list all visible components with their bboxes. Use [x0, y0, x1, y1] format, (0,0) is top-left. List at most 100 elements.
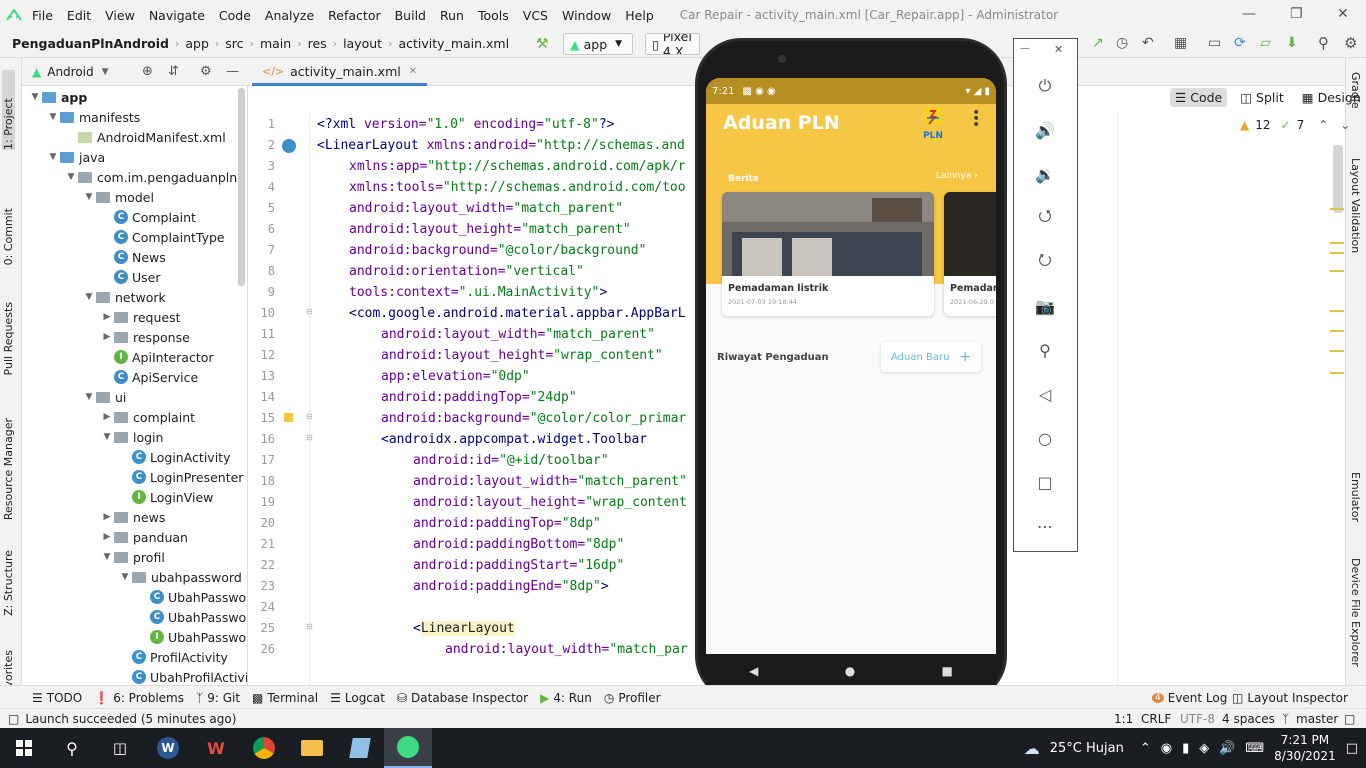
tree-item[interactable]: ▼ ubahpassword	[118, 567, 242, 587]
tree-item[interactable]: ▶ request	[100, 307, 181, 327]
layout-validation-tool-tab[interactable]: Layout Validation	[1349, 158, 1362, 253]
code-line[interactable]: xmlns:tools="http://schemas.android.com/…	[349, 177, 686, 198]
tree-item[interactable]: C UbahProfilActivity	[118, 667, 247, 685]
git-branch[interactable]: master	[1296, 712, 1338, 726]
menu-code[interactable]: Code	[219, 8, 251, 23]
breadcrumb-src[interactable]: src	[225, 36, 243, 51]
code-line[interactable]: <androidx.appcompat.widget.Toolbar	[381, 429, 647, 450]
hide-panel-icon[interactable]: —	[226, 64, 239, 79]
warning-marker[interactable]	[1330, 252, 1344, 254]
menu-tools[interactable]: Tools	[478, 8, 509, 23]
chevron-down-icon[interactable]: ⌄	[1340, 118, 1350, 132]
caret-position[interactable]: 1:1	[1114, 712, 1133, 726]
tree-item[interactable]: C ApiService	[100, 367, 198, 387]
tree-item[interactable]: ▶ complaint	[100, 407, 196, 427]
code-line[interactable]: android:paddingBottom="8dp"	[413, 534, 624, 555]
volume-down-icon[interactable]: 🔉	[1034, 163, 1056, 185]
code-line[interactable]: android:layout_width="match_parent"	[381, 324, 655, 345]
collapse-all-icon[interactable]: ⇵	[168, 64, 179, 79]
undo-icon[interactable]: ↶	[1142, 35, 1154, 51]
fold-icon[interactable]: ⊟	[306, 622, 313, 631]
menu-edit[interactable]: Edit	[67, 8, 91, 23]
color-swatch-icon[interactable]	[284, 413, 293, 422]
code-line[interactable]: <com.google.android.material.appbar.AppB…	[349, 303, 686, 324]
volume-icon[interactable]: 🔊	[1219, 741, 1235, 756]
editor-scrollbar[interactable]	[1333, 145, 1343, 213]
expanded-arrow-icon[interactable]: ▼	[46, 152, 60, 162]
tree-item[interactable]: ▼ model	[82, 187, 154, 207]
collapsed-arrow-icon[interactable]: ▶	[100, 312, 114, 322]
code-line[interactable]: android:orientation="vertical"	[349, 261, 584, 282]
menu-window[interactable]: Window	[562, 8, 611, 23]
tree-scrollbar[interactable]	[238, 88, 245, 286]
expanded-arrow-icon[interactable]: ▼	[64, 172, 78, 182]
battery-icon[interactable]: ▮	[1182, 741, 1189, 756]
collapsed-arrow-icon[interactable]: ▶	[100, 332, 114, 342]
emulator-tool-tab[interactable]: Emulator	[1349, 472, 1362, 522]
code-line[interactable]: android:layout_width="match_parent"	[349, 198, 623, 219]
code-line[interactable]: android:layout_height="wrap_content	[413, 492, 687, 513]
tab-activity-main[interactable]: </> activity_main.xml ✕	[252, 60, 428, 86]
project-view-select[interactable]: Android	[47, 65, 93, 79]
tree-item[interactable]: ▼ manifests	[46, 107, 141, 127]
breadcrumb-app[interactable]: app	[185, 36, 209, 51]
collapse-icon[interactable]: —	[1020, 43, 1030, 54]
android-studio-icon[interactable]	[384, 728, 432, 768]
clock-icon[interactable]: ◷	[1116, 35, 1128, 51]
home-icon[interactable]: ○	[1034, 427, 1056, 449]
task-view-icon[interactable]: ◫	[96, 728, 144, 768]
overflow-menu-icon[interactable]: • • •	[972, 106, 980, 132]
tree-item[interactable]: ▶ news	[100, 507, 166, 527]
tree-item[interactable]: ▼ ui	[82, 387, 127, 407]
code-line[interactable]: android:layout_height="wrap_content"	[381, 345, 663, 366]
close-icon[interactable]: ✕	[1337, 6, 1349, 22]
expanded-arrow-icon[interactable]: ▼	[82, 192, 96, 202]
tree-item[interactable]: C Complaint	[100, 207, 196, 227]
todo-tool-tab[interactable]: ☰ TODO	[32, 691, 82, 705]
tree-item[interactable]: ▼ profil	[100, 547, 165, 567]
volume-up-icon[interactable]: 🔊	[1034, 119, 1056, 141]
tree-item[interactable]: I LoginView	[118, 487, 213, 507]
inspection-widget[interactable]: ▲ 12 ✓ 7 ⌃ ⌄	[1240, 118, 1350, 132]
file-encoding[interactable]: UTF-8	[1180, 712, 1215, 726]
design-view-button[interactable]: ▦ Design	[1297, 88, 1366, 107]
recents-icon[interactable]: ■	[942, 664, 953, 678]
warning-marker[interactable]	[1330, 372, 1344, 374]
menu-view[interactable]: View	[105, 8, 135, 23]
code-line[interactable]: android:background="@color/color_primar	[381, 408, 686, 429]
expanded-arrow-icon[interactable]: ▼	[100, 432, 114, 442]
menu-run[interactable]: Run	[440, 8, 464, 23]
code-view-button[interactable]: ☰ Code	[1170, 88, 1228, 107]
code-line[interactable]: android:id="@+id/toolbar"	[413, 450, 609, 471]
tree-item[interactable]: ▶ response	[100, 327, 190, 347]
close-icon[interactable]: ✕	[1054, 43, 1063, 56]
phone-screen[interactable]: 7:21 ▩ ◉ ◉ ▾ ◢ ▮ Aduan PLN PLN • • • Berit…	[706, 78, 996, 654]
warning-marker[interactable]	[1330, 330, 1344, 332]
profiler-tool-tab[interactable]: ◷ Profiler	[604, 691, 661, 705]
structure-tool-tab[interactable]: Z: Structure	[2, 550, 15, 616]
project-tool-tab[interactable]: 1: Project	[2, 70, 15, 150]
tree-item[interactable]: ▼ app	[28, 87, 88, 107]
code-line[interactable]: android:paddingTop="24dp"	[381, 387, 577, 408]
tree-item[interactable]: I UbahPassword	[136, 627, 247, 647]
avd-manager-icon[interactable]: ▭	[1208, 35, 1221, 51]
menu-vcs[interactable]: VCS	[523, 8, 548, 23]
fold-icon[interactable]: ⊟	[306, 433, 313, 442]
run-tool-tab[interactable]: ▶ 4: Run	[540, 691, 592, 705]
more-options-icon[interactable]: ⋯	[1034, 515, 1056, 537]
warning-marker[interactable]	[1330, 242, 1344, 244]
tree-item[interactable]: C User	[100, 267, 161, 287]
database-inspector-tool-tab[interactable]: ⛁ Database Inspector	[397, 691, 528, 705]
menu-navigate[interactable]: Navigate	[149, 8, 205, 23]
logcat-tool-tab[interactable]: ☰ Logcat	[330, 691, 385, 705]
expanded-arrow-icon[interactable]: ▼	[118, 572, 132, 582]
gear-icon[interactable]: ⚙	[200, 64, 212, 79]
clock[interactable]: 7:21 PM 8/30/2021	[1274, 732, 1336, 764]
weather-text[interactable]: 25°C Hujan	[1050, 741, 1124, 756]
overview-icon[interactable]: □	[1034, 471, 1056, 493]
news-card[interactable]: Pemadam 2021-06-29 0	[944, 192, 996, 316]
event-log-tool-tab[interactable]: 4 Event Log	[1152, 691, 1227, 705]
code-line[interactable]: android:layout_height="match_parent"	[349, 219, 631, 240]
code-line[interactable]: <LinearLayout	[413, 618, 515, 639]
back-icon[interactable]: ◀	[749, 664, 758, 678]
